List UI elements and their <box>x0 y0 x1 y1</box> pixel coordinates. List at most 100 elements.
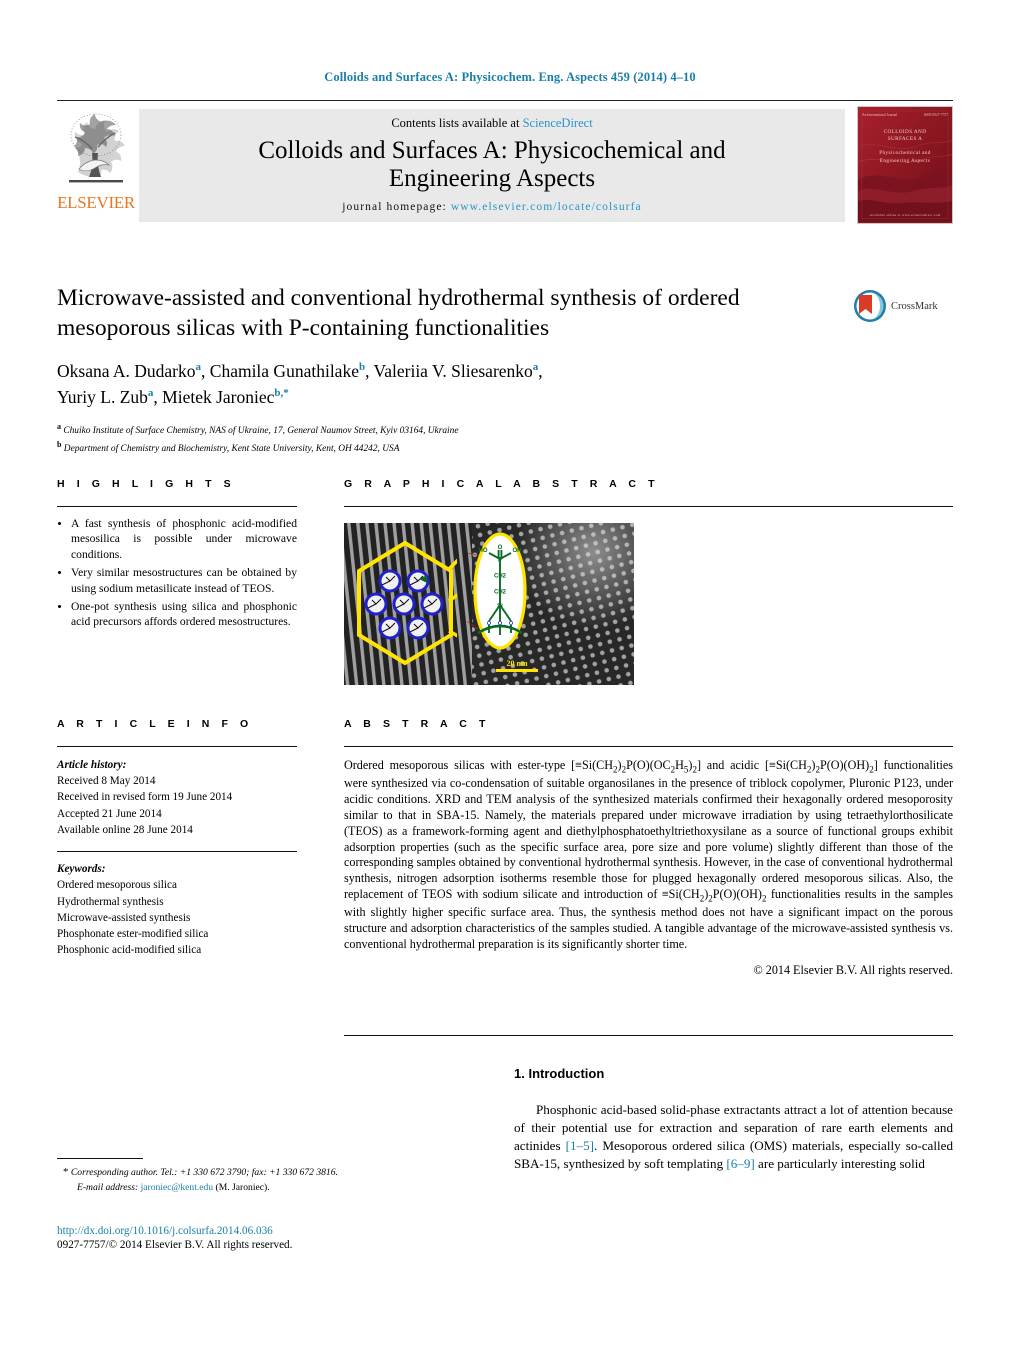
author-entry: Valeriia V. Sliesarenkoa <box>374 361 539 381</box>
journal-cover-thumbnail: An International Journal ISSN 0927-7757 … <box>849 101 953 228</box>
highlights-section: H I G H L I G H T S A fast synthesis of … <box>57 478 297 633</box>
keyword-item: Hydrothermal synthesis <box>57 895 164 908</box>
cover-subtitle-line-1: Physicochemical and <box>879 150 931 157</box>
cover-title-line-2: SURFACES A <box>887 136 923 143</box>
molecule-double-bond-o: O <box>498 545 503 551</box>
keyword-item: Phosphonate ester-modified silica <box>57 928 209 941</box>
contents-lists-prefix: Contents lists available at <box>391 116 523 130</box>
scale-bar-label: 20 nm <box>506 659 528 668</box>
affiliation-item: a Chuiko Institute of Surface Chemistry,… <box>57 421 847 439</box>
molecule-callout: O P HO OH CH2 CH2 Si O O O <box>466 532 527 650</box>
molecule-o-left: O <box>487 621 492 627</box>
abstract-part-2: ] and acidic [ <box>696 758 770 772</box>
author-name: Mietek Jaroniec <box>162 386 275 407</box>
author-affil-mark: a <box>195 361 202 374</box>
article-history-label: Article history: <box>57 759 127 771</box>
scale-bar: 20 nm <box>496 659 538 672</box>
molecule-right-oh: OH <box>513 548 522 554</box>
article-info-heading: A R T I C L E I N F O <box>57 718 253 730</box>
molecule-si-atom: Si <box>497 604 503 610</box>
article-info-divider <box>57 746 297 747</box>
article-history-item: Received 8 May 2014 <box>57 775 156 788</box>
elsevier-logo: ELSEVIER <box>57 101 135 228</box>
affiliation-item: b Department of Chemistry and Biochemist… <box>57 439 847 457</box>
title-block: Microwave-assisted and conventional hydr… <box>57 283 847 458</box>
sciencedirect-link[interactable]: ScienceDirect <box>523 116 593 130</box>
author-affil-mark: a <box>147 386 154 399</box>
graphical-abstract-figure: O P HO OH CH2 CH2 Si O O O 20 nm <box>344 523 634 685</box>
formula-acidic-2: ≡Si(CH2)2P(O)(OH)2 <box>661 887 767 904</box>
keyword-item: Microwave-assisted synthesis <box>57 911 191 924</box>
author-name: Chamila Gunathilake <box>209 361 359 382</box>
journal-banner: Contents lists available at ScienceDirec… <box>139 109 845 222</box>
highlights-divider <box>57 506 297 507</box>
introduction-section: 1. Introduction Phosphonic acid-based so… <box>514 1066 953 1173</box>
author-affil-mark: b <box>358 361 366 374</box>
homepage-url-link[interactable]: www.elsevier.com/locate/colsurfa <box>451 201 642 213</box>
contents-lists-line: Contents lists available at ScienceDirec… <box>391 116 592 131</box>
intro-text-c: are particularly interesting solid <box>754 1156 925 1172</box>
formula-acidic: ≡Si(CH2)2P(O)(OH)2 <box>769 758 874 775</box>
elsevier-wordmark: ELSEVIER <box>57 193 135 212</box>
citation-link-2[interactable]: [6–9] <box>726 1156 754 1171</box>
email-suffix: (M. Jaroniec). <box>215 1181 270 1193</box>
doi-link[interactable]: http://dx.doi.org/10.1016/j.colsurfa.201… <box>57 1225 477 1237</box>
page-title: Microwave-assisted and conventional hydr… <box>57 285 740 342</box>
crossmark-badge[interactable]: CrossMark <box>853 283 953 329</box>
journal-homepage-line: journal homepage: www.elsevier.com/locat… <box>342 201 642 213</box>
molecule-ch2-lower: CH2 <box>494 590 507 596</box>
author-name: Oksana A. Dudarko <box>57 361 196 382</box>
abstract-part-3: ] functionalities were synthesized via c… <box>344 758 954 902</box>
cover-bottom-label: Available online at www.sciencedirect.co… <box>869 212 941 217</box>
cover-top-right: ISSN 0927-7757 <box>923 112 948 117</box>
molecule-o-center: O <box>498 621 503 627</box>
footnote-asterisk: * <box>63 1166 69 1178</box>
author-list: Oksana A. Dudarkoa, Chamila Gunathilakeb… <box>57 361 543 407</box>
affiliation-list: a Chuiko Institute of Surface Chemistry,… <box>57 421 847 458</box>
abstract-part-1: Ordered mesoporous silicas with ester-ty… <box>344 758 576 772</box>
footnote-line-2: E-mail address: jaroniec@kent.edu (M. Ja… <box>57 1181 357 1195</box>
paper-page: Colloids and Surfaces A: Physicochem. En… <box>0 0 1020 1351</box>
list-item: One-pot synthesis using silica and phosp… <box>71 599 297 630</box>
formula-ester-type: ≡Si(CH2)2P(O)(OC2H5)2 <box>575 758 697 775</box>
affiliation-mark: b <box>57 440 62 450</box>
elsevier-tree-icon <box>69 113 125 183</box>
journal-masthead: ELSEVIER Contents lists available at Sci… <box>57 100 953 228</box>
introduction-heading: 1. Introduction <box>514 1066 605 1081</box>
email-link[interactable]: jaroniec@kent.edu <box>141 1182 214 1193</box>
highlights-list: A fast synthesis of phosphonic acid-modi… <box>57 516 297 630</box>
abstract-section: A B S T R A C T Ordered mesoporous silic… <box>344 718 953 978</box>
footnote-line-1: * Corresponding author. Tel.: +1 330 672… <box>57 1164 357 1181</box>
journal-title-line-2: Engineering Aspects <box>388 165 596 192</box>
citation-link-1[interactable]: [1–5] <box>566 1138 594 1153</box>
hexagon-overlay-icon <box>357 540 457 666</box>
keywords-block: Keywords: Ordered mesoporous silica Hydr… <box>57 861 297 958</box>
homepage-label: journal homepage: <box>342 201 451 213</box>
running-head: Colloids and Surfaces A: Physicochem. En… <box>324 70 696 84</box>
abstract-heading: A B S T R A C T <box>344 718 490 730</box>
article-history-item: Available online 28 June 2014 <box>57 823 193 836</box>
list-item: A fast synthesis of phosphonic acid-modi… <box>71 516 297 562</box>
keyword-item: Phosphonic acid-modified silica <box>57 944 202 957</box>
journal-title: Colloids and Surfaces A: Physicochemical… <box>258 137 725 193</box>
article-history-item: Accepted 21 June 2014 <box>57 807 162 820</box>
article-info-section: A R T I C L E I N F O Article history: R… <box>57 718 297 959</box>
affiliation-text: Chuiko Institute of Surface Chemistry, N… <box>63 426 459 437</box>
cover-title-block: COLLOIDS AND SURFACES A Physicochemical … <box>858 129 952 166</box>
author-affil-mark: b,* <box>274 386 289 399</box>
keyword-item: Ordered mesoporous silica <box>57 879 177 892</box>
author-name: Yuriy L. Zub <box>57 386 148 407</box>
introduction-paragraph: Phosphonic acid-based solid-phase extrac… <box>514 1101 953 1173</box>
author-entry: Mietek Jaroniecb,* <box>162 387 289 407</box>
cover-subtitle-line-2: Engineering Aspects <box>879 157 931 164</box>
author-entry: Oksana A. Dudarkoa <box>57 361 201 381</box>
doi-block: http://dx.doi.org/10.1016/j.colsurfa.201… <box>57 1225 477 1251</box>
abstract-bottom-divider <box>344 1035 953 1036</box>
crossmark-label: CrossMark <box>891 300 938 312</box>
cover-title-line-1: COLLOIDS AND <box>883 128 927 135</box>
graphical-abstract-section: G R A P H I C A L A B S T R A C T O P HO… <box>344 478 953 685</box>
author-affil-mark: a <box>532 361 539 374</box>
keywords-label: Keywords: <box>57 863 106 876</box>
abstract-text: Ordered mesoporous silicas with ester-ty… <box>344 758 953 953</box>
email-label: E-mail address: <box>77 1181 139 1193</box>
